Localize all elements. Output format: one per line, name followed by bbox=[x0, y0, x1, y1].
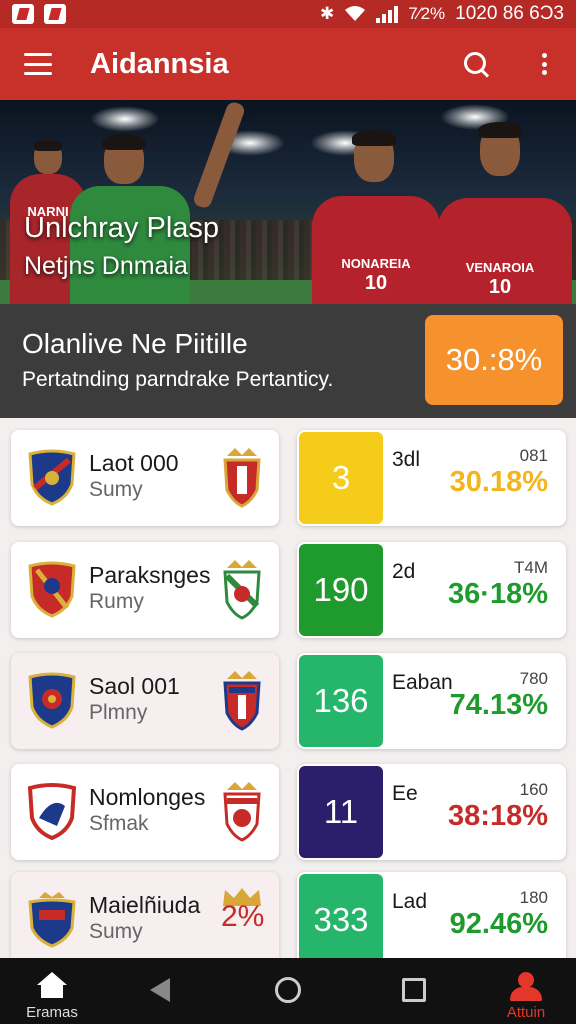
team-subtitle: Sumy bbox=[89, 920, 143, 943]
stat-label: Lad bbox=[392, 890, 428, 913]
home-circle-icon[interactable] bbox=[275, 977, 301, 1003]
team-name: Maielñiuda bbox=[89, 892, 201, 918]
stat-card[interactable]: 3 3dl 081 30.18% bbox=[297, 430, 566, 526]
team-card[interactable]: Saol 001 Plmny bbox=[11, 653, 279, 749]
stat-percent: 92.46% bbox=[449, 908, 548, 940]
menu-icon[interactable] bbox=[24, 53, 52, 75]
battery-level: 7⁄2% bbox=[408, 4, 446, 23]
opponent-crest-icon bbox=[221, 669, 263, 731]
team-card[interactable]: Laot 000 Sumy bbox=[11, 430, 279, 526]
signal-icon bbox=[376, 5, 399, 23]
stat-small: 081 bbox=[519, 446, 548, 465]
nav-home-button[interactable]: Eramas bbox=[22, 970, 82, 1021]
stat-percent: 38:18% bbox=[448, 800, 548, 832]
list-item[interactable]: Saol 001 Plmny 136 Eaban 780 74.13% bbox=[0, 641, 576, 749]
stat-value-box: 3 bbox=[299, 432, 383, 524]
promo-bar: Olanlive Ne Piitille Pertatnding parndra… bbox=[0, 304, 576, 418]
stat-label: Eaban bbox=[392, 671, 453, 694]
bottom-navigation: Eramas Attuin bbox=[0, 958, 576, 1024]
stat-small: 180 bbox=[519, 888, 548, 907]
home-icon bbox=[37, 972, 67, 985]
status-right: ✱ 7⁄2% 1020 86 6Ɔ3 bbox=[320, 3, 564, 25]
team-name: Paraksnges bbox=[89, 562, 211, 588]
stat-value-box: 11 bbox=[299, 766, 383, 858]
opponent-crest-icon bbox=[221, 558, 263, 620]
stat-value-box: 333 bbox=[299, 874, 383, 958]
nav-profile-label: Attuin bbox=[506, 1004, 546, 1021]
stadium-light bbox=[90, 106, 160, 132]
team-subtitle: Rumy bbox=[89, 590, 144, 613]
stat-label: 2d bbox=[392, 560, 416, 583]
hero-banner[interactable]: NARNI NONAREIA 10 VENAROIA 10 Unlchray P… bbox=[0, 100, 576, 304]
status-bar: ✱ 7⁄2% 1020 86 6Ɔ3 bbox=[0, 0, 576, 28]
match-list: Laot 000 Sumy 3 3dl 081 30.18% Paraksnge… bbox=[0, 418, 576, 958]
list-item[interactable]: Laot 000 Sumy 3 3dl 081 30.18% bbox=[0, 418, 576, 526]
stat-percent: 30.18% bbox=[449, 466, 548, 498]
team-subtitle: Plmny bbox=[89, 701, 148, 724]
jersey-number: 10 bbox=[488, 276, 512, 298]
stat-card[interactable]: 11 Ee 160 38:18% bbox=[297, 764, 566, 860]
stat-small: 780 bbox=[519, 669, 548, 688]
promo-title: Olanlive Ne Piitille bbox=[22, 328, 248, 359]
promo-subtitle: Pertatnding parndrake Pertanticy. bbox=[22, 368, 334, 391]
stat-percent: 36·18% bbox=[448, 578, 548, 610]
app-bar: Aidannsia bbox=[0, 28, 576, 100]
hero-subheadline: Netjns Dnmaia bbox=[24, 252, 188, 280]
status-time: 1020 86 6Ɔ3 bbox=[455, 3, 564, 24]
team-crest-icon bbox=[27, 560, 77, 618]
team-card[interactable]: Maielñiuda Sumy 2% bbox=[11, 872, 279, 958]
app-title: Aidannsia bbox=[90, 47, 229, 80]
list-item[interactable]: Nomlonges Sfmak 11 Ee 160 38:18% bbox=[0, 752, 576, 860]
team-name: Laot 000 bbox=[89, 450, 179, 476]
stat-value-box: 136 bbox=[299, 655, 383, 747]
team-subtitle: Sfmak bbox=[89, 812, 149, 835]
jersey-number: 10 bbox=[364, 272, 388, 294]
player-image: VENAROIA 10 bbox=[436, 122, 576, 304]
list-item[interactable]: Maielñiuda Sumy 2% 333 Lad 180 92.46% bbox=[0, 860, 576, 958]
opponent-crest-icon bbox=[221, 446, 263, 508]
more-vert-icon[interactable] bbox=[530, 50, 558, 78]
team-card[interactable]: Nomlonges Sfmak bbox=[11, 764, 279, 860]
team-crest-icon bbox=[27, 782, 77, 841]
app-notification-icon bbox=[12, 4, 34, 24]
jersey-text: NONAREIA bbox=[341, 256, 411, 271]
status-notifications bbox=[12, 4, 66, 24]
nav-home-label: Eramas bbox=[26, 1004, 78, 1021]
list-item[interactable]: Paraksnges Rumy 190 2d T4M 36·18% bbox=[0, 530, 576, 638]
team-percent: 2% bbox=[221, 900, 265, 933]
team-crest-icon bbox=[27, 671, 77, 729]
app-notification-icon bbox=[44, 4, 66, 24]
team-card[interactable]: Paraksnges Rumy bbox=[11, 542, 279, 638]
team-crest-icon bbox=[27, 448, 77, 506]
stat-percent: 74.13% bbox=[449, 689, 548, 721]
jersey-text: VENAROIA bbox=[465, 260, 535, 275]
nav-profile-button[interactable]: Attuin bbox=[496, 970, 556, 1021]
team-crest-icon bbox=[27, 890, 77, 948]
wifi-icon bbox=[345, 6, 366, 21]
team-name: Nomlonges bbox=[89, 784, 206, 810]
stat-value-box: 190 bbox=[299, 544, 383, 636]
stat-label: Ee bbox=[392, 782, 418, 805]
stat-card[interactable]: 136 Eaban 780 74.13% bbox=[297, 653, 566, 749]
stat-label: 3dl bbox=[392, 448, 421, 471]
opponent-crest-icon bbox=[221, 780, 263, 842]
stat-small: T4M bbox=[514, 558, 548, 577]
stat-card[interactable]: 333 Lad 180 92.46% bbox=[297, 872, 566, 958]
recents-icon[interactable] bbox=[402, 978, 426, 1002]
back-icon[interactable] bbox=[150, 978, 170, 1002]
team-name: Saol 001 bbox=[89, 673, 180, 699]
stat-small: 160 bbox=[519, 780, 548, 799]
profile-icon bbox=[518, 972, 534, 988]
search-icon[interactable] bbox=[462, 50, 490, 78]
promo-percent-badge[interactable]: 30.:8% bbox=[425, 315, 563, 405]
bluetooth-icon: ✱ bbox=[320, 4, 335, 23]
stat-card[interactable]: 190 2d T4M 36·18% bbox=[297, 542, 566, 638]
hero-headline: Unlchray Plasp bbox=[24, 212, 220, 244]
player-image: NONAREIA 10 bbox=[308, 130, 440, 304]
team-subtitle: Sumy bbox=[89, 478, 143, 501]
